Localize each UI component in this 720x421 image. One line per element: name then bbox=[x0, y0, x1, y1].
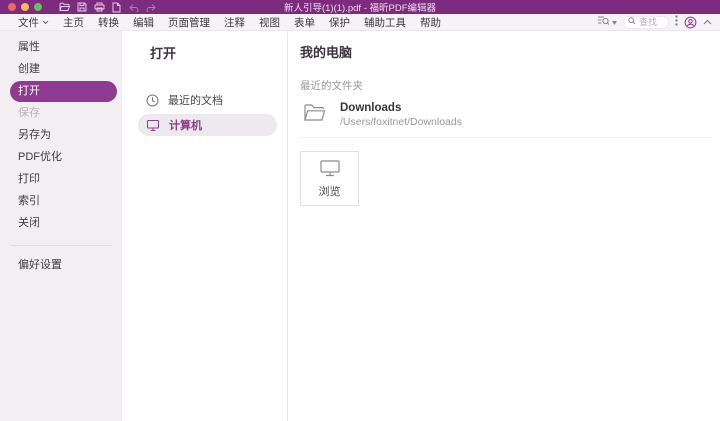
chevron-down-icon bbox=[42, 20, 49, 25]
quick-access-toolbar bbox=[59, 2, 157, 13]
search-icon bbox=[628, 16, 636, 28]
sidebar-item-properties[interactable]: 属性 bbox=[10, 37, 117, 58]
menu-view[interactable]: 视图 bbox=[252, 15, 287, 30]
close-window-button[interactable] bbox=[8, 3, 16, 11]
app-window: 新人引导(1)(1).pdf - 福昕PDF编辑器 文件 主页 转换 编辑 页面… bbox=[0, 0, 720, 421]
find-options-button[interactable] bbox=[597, 15, 617, 29]
menu-page-management[interactable]: 页面管理 bbox=[161, 15, 217, 30]
sidebar-item-print[interactable]: 打印 bbox=[10, 169, 117, 190]
find-in-document-icon bbox=[597, 15, 610, 29]
collapse-ribbon-icon[interactable] bbox=[703, 16, 712, 28]
undo-icon[interactable] bbox=[128, 3, 139, 12]
new-document-icon[interactable] bbox=[112, 2, 121, 13]
menubar-right-tools bbox=[597, 15, 712, 29]
file-sidebar: 属性 创建 打开 保存 另存为 PDF优化 打印 索引 关闭 偏好设置 bbox=[0, 31, 122, 421]
sidebar-item-pdf-optimize[interactable]: PDF优化 bbox=[10, 147, 117, 168]
folder-name: Downloads bbox=[340, 102, 462, 114]
search-input[interactable] bbox=[639, 17, 664, 27]
menu-accessibility[interactable]: 辅助工具 bbox=[357, 15, 413, 30]
open-location-computer[interactable]: 计算机 bbox=[138, 114, 277, 136]
recent-folders-label: 最近的文件夹 bbox=[300, 78, 712, 93]
menu-protect-label: 保护 bbox=[329, 15, 350, 30]
menu-convert[interactable]: 转换 bbox=[91, 15, 126, 30]
menu-protect[interactable]: 保护 bbox=[322, 15, 357, 30]
sidebar-item-index[interactable]: 索引 bbox=[10, 191, 117, 212]
computer-icon bbox=[146, 119, 160, 132]
browse-label: 浏览 bbox=[319, 183, 341, 199]
my-computer-title: 我的电脑 bbox=[300, 42, 712, 61]
open-location-label: 最近的文档 bbox=[168, 92, 223, 108]
clock-icon bbox=[146, 94, 159, 107]
menu-form-label: 表单 bbox=[294, 15, 315, 30]
open-panel-title: 打开 bbox=[150, 43, 287, 62]
open-location-recent-documents[interactable]: 最近的文档 bbox=[138, 89, 277, 111]
folder-icon bbox=[303, 103, 326, 122]
minimize-window-button[interactable] bbox=[21, 3, 29, 11]
menu-view-label: 视图 bbox=[259, 15, 280, 30]
menu-comment[interactable]: 注释 bbox=[217, 15, 252, 30]
print-icon[interactable] bbox=[94, 2, 105, 12]
account-avatar-icon[interactable] bbox=[684, 16, 697, 29]
open-location-list: 最近的文档 计算机 bbox=[122, 89, 287, 136]
backstage-view: 属性 创建 打开 保存 另存为 PDF优化 打印 索引 关闭 偏好设置 打开 最… bbox=[0, 31, 720, 421]
menu-form[interactable]: 表单 bbox=[287, 15, 322, 30]
redo-icon[interactable] bbox=[146, 3, 157, 12]
menubar: 文件 主页 转换 编辑 页面管理 注释 视图 表单 保护 辅助工具 帮助 bbox=[0, 14, 720, 31]
menu-comment-label: 注释 bbox=[224, 15, 245, 30]
sidebar-item-preferences[interactable]: 偏好设置 bbox=[10, 255, 117, 276]
menu-edit[interactable]: 编辑 bbox=[126, 15, 161, 30]
open-folder-icon[interactable] bbox=[59, 2, 70, 12]
browse-button[interactable]: 浏览 bbox=[300, 151, 359, 206]
open-location-label: 计算机 bbox=[169, 117, 202, 133]
open-panel: 打开 最近的文档 计算机 bbox=[122, 31, 288, 421]
sidebar-item-close[interactable]: 关闭 bbox=[10, 213, 117, 234]
fullscreen-window-button[interactable] bbox=[34, 3, 42, 11]
menu-convert-label: 转换 bbox=[98, 15, 119, 30]
sidebar-item-open[interactable]: 打开 bbox=[10, 81, 117, 102]
menu-help[interactable]: 帮助 bbox=[413, 15, 448, 30]
menu-home-label: 主页 bbox=[63, 15, 84, 30]
menu-page-management-label: 页面管理 bbox=[168, 15, 210, 30]
menu-file-label: 文件 bbox=[18, 15, 39, 30]
save-icon[interactable] bbox=[77, 2, 87, 12]
more-options-icon[interactable] bbox=[675, 15, 678, 29]
menu-file[interactable]: 文件 bbox=[18, 15, 56, 30]
computer-icon bbox=[319, 159, 341, 177]
titlebar: 新人引导(1)(1).pdf - 福昕PDF编辑器 bbox=[0, 0, 720, 14]
recent-folder-row[interactable]: Downloads /Users/foxitnet/Downloads bbox=[300, 102, 712, 138]
search-box bbox=[623, 16, 669, 29]
my-computer-panel: 我的电脑 最近的文件夹 Downloads /Users/foxitnet/Do… bbox=[288, 31, 720, 421]
folder-info: Downloads /Users/foxitnet/Downloads bbox=[340, 102, 462, 128]
sidebar-item-save-as[interactable]: 另存为 bbox=[10, 125, 117, 146]
sidebar-item-save: 保存 bbox=[10, 103, 117, 124]
menu-accessibility-label: 辅助工具 bbox=[364, 15, 406, 30]
menu-home[interactable]: 主页 bbox=[56, 15, 91, 30]
sidebar-item-create[interactable]: 创建 bbox=[10, 59, 117, 80]
menu-edit-label: 编辑 bbox=[133, 15, 154, 30]
folder-path: /Users/foxitnet/Downloads bbox=[340, 116, 462, 128]
chevron-down-icon bbox=[612, 16, 617, 28]
window-controls bbox=[0, 3, 42, 11]
menu-help-label: 帮助 bbox=[420, 15, 441, 30]
sidebar-divider bbox=[10, 245, 112, 246]
